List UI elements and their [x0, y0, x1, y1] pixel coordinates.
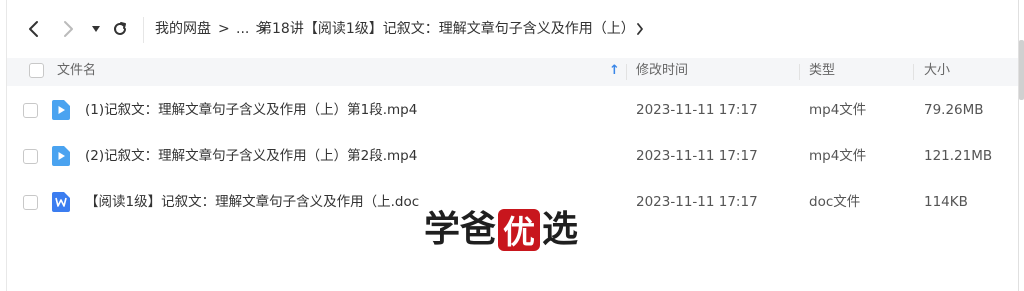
row-checkbox[interactable] — [23, 103, 38, 118]
column-divider — [626, 64, 627, 80]
toolbar-divider — [143, 17, 144, 43]
file-size: 121.21MB — [924, 148, 993, 164]
video-file-icon — [52, 100, 70, 120]
table-header — [7, 58, 1018, 86]
row-checkbox[interactable] — [23, 149, 38, 164]
breadcrumb-ellipsis[interactable]: ... — [236, 19, 249, 39]
chevron-left-icon — [29, 21, 38, 37]
toolbar: 我的网盘 > ... > 第18讲【阅读1级】记叙文：理解文章句子含义及作用（上… — [0, 0, 1018, 58]
breadcrumb-root[interactable]: 我的网盘 — [155, 19, 211, 39]
back-button[interactable] — [22, 18, 44, 40]
column-header-modified[interactable]: 修改时间 — [636, 62, 688, 80]
file-size: 79.26MB — [924, 102, 984, 118]
select-all-checkbox[interactable] — [29, 63, 44, 78]
file-name[interactable]: 【阅读1级】记叙文：理解文章句子含义及作用（上.doc — [85, 193, 419, 211]
file-name[interactable]: (2)记叙文：理解文章句子含义及作用（上）第2段.mp4 — [85, 147, 417, 165]
watermark-char: 选 — [542, 209, 579, 250]
column-header-name[interactable]: 文件名 — [57, 62, 96, 80]
file-name[interactable]: (1)记叙文：理解文章句子含义及作用（上）第1段.mp4 — [85, 101, 417, 119]
scrollbar-thumb[interactable] — [1019, 40, 1024, 100]
caret-down-icon — [92, 26, 100, 32]
chevron-right-icon — [64, 21, 73, 37]
breadcrumb-expand-button[interactable] — [632, 18, 648, 40]
file-modified: 2023-11-11 17:17 — [636, 148, 758, 164]
row-checkbox[interactable] — [23, 195, 38, 210]
chevron-right-icon — [637, 23, 643, 35]
watermark-char: 学 — [424, 209, 461, 250]
column-divider — [799, 64, 800, 80]
watermark-char: 爸 — [460, 209, 497, 250]
video-file-icon — [52, 146, 70, 166]
history-dropdown-button[interactable] — [85, 18, 107, 40]
forward-button[interactable] — [58, 18, 80, 40]
file-modified: 2023-11-11 17:17 — [636, 194, 758, 210]
refresh-icon — [114, 22, 126, 35]
breadcrumb-separator: > — [218, 21, 230, 37]
column-header-size[interactable]: 大小 — [924, 62, 950, 80]
breadcrumb-current: 第18讲【阅读1级】记叙文：理解文章句子含义及作用（上） — [258, 21, 635, 37]
file-modified: 2023-11-11 17:17 — [636, 102, 758, 118]
word-file-icon — [52, 192, 70, 212]
file-type: mp4文件 — [809, 102, 867, 118]
file-type: mp4文件 — [809, 148, 867, 164]
file-type: doc文件 — [809, 194, 861, 210]
refresh-button[interactable] — [109, 18, 131, 40]
watermark-seal: 优 — [498, 209, 541, 251]
column-divider — [913, 64, 914, 80]
watermark-logo: 学 爸 优 选 — [424, 206, 578, 254]
file-size: 114KB — [924, 194, 968, 210]
sort-arrow-icon[interactable]: ↑ — [609, 62, 620, 80]
column-header-type[interactable]: 类型 — [809, 62, 835, 80]
